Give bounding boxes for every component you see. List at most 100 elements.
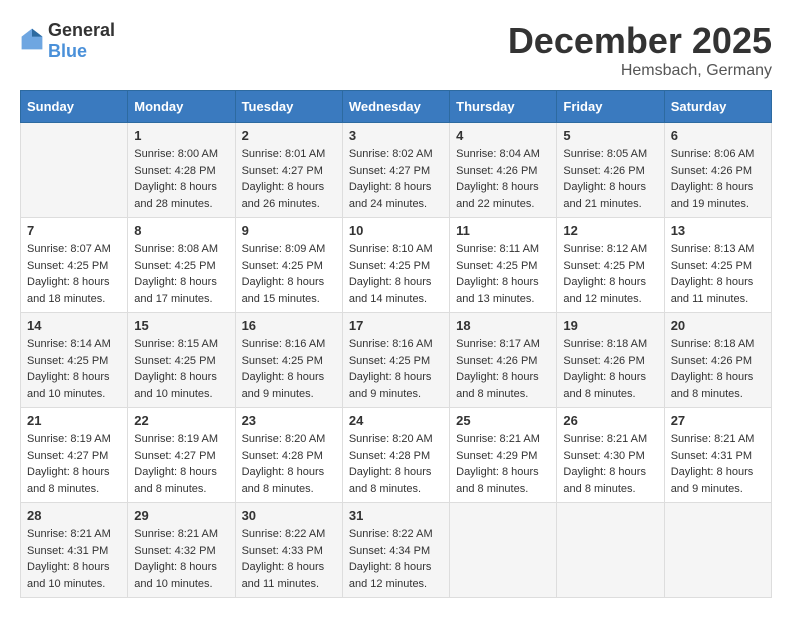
sunset-text: Sunset: 4:30 PM <box>563 450 644 462</box>
day-number: 27 <box>671 413 765 428</box>
daylight-text: Daylight: 8 hours and 8 minutes. <box>563 371 646 400</box>
daylight-text: Daylight: 8 hours and 9 minutes. <box>349 371 432 400</box>
day-info: Sunrise: 8:08 AM Sunset: 4:25 PM Dayligh… <box>134 241 228 307</box>
daylight-text: Daylight: 8 hours and 28 minutes. <box>134 181 217 210</box>
day-number: 19 <box>563 318 657 333</box>
weekday-header-wednesday: Wednesday <box>342 91 449 123</box>
calendar-cell: 18 Sunrise: 8:17 AM Sunset: 4:26 PM Dayl… <box>450 313 557 408</box>
day-number: 25 <box>456 413 550 428</box>
sunrise-text: Sunrise: 8:10 AM <box>349 243 433 255</box>
sunset-text: Sunset: 4:26 PM <box>456 355 537 367</box>
daylight-text: Daylight: 8 hours and 18 minutes. <box>27 276 110 305</box>
sunset-text: Sunset: 4:32 PM <box>134 545 215 557</box>
day-info: Sunrise: 8:20 AM Sunset: 4:28 PM Dayligh… <box>242 431 336 497</box>
daylight-text: Daylight: 8 hours and 9 minutes. <box>242 371 325 400</box>
day-number: 11 <box>456 223 550 238</box>
daylight-text: Daylight: 8 hours and 10 minutes. <box>134 371 217 400</box>
daylight-text: Daylight: 8 hours and 12 minutes. <box>349 561 432 590</box>
day-info: Sunrise: 8:21 AM Sunset: 4:32 PM Dayligh… <box>134 526 228 592</box>
day-number: 23 <box>242 413 336 428</box>
day-number: 2 <box>242 128 336 143</box>
weekday-header-saturday: Saturday <box>664 91 771 123</box>
sunrise-text: Sunrise: 8:14 AM <box>27 338 111 350</box>
location-title: Hemsbach, Germany <box>508 62 772 80</box>
day-number: 7 <box>27 223 121 238</box>
daylight-text: Daylight: 8 hours and 8 minutes. <box>456 466 539 495</box>
day-info: Sunrise: 8:21 AM Sunset: 4:31 PM Dayligh… <box>671 431 765 497</box>
sunset-text: Sunset: 4:28 PM <box>349 450 430 462</box>
calendar-cell: 7 Sunrise: 8:07 AM Sunset: 4:25 PM Dayli… <box>21 218 128 313</box>
sunset-text: Sunset: 4:25 PM <box>563 260 644 272</box>
calendar-cell: 22 Sunrise: 8:19 AM Sunset: 4:27 PM Dayl… <box>128 408 235 503</box>
calendar-cell: 16 Sunrise: 8:16 AM Sunset: 4:25 PM Dayl… <box>235 313 342 408</box>
day-info: Sunrise: 8:18 AM Sunset: 4:26 PM Dayligh… <box>671 336 765 402</box>
day-info: Sunrise: 8:05 AM Sunset: 4:26 PM Dayligh… <box>563 146 657 212</box>
daylight-text: Daylight: 8 hours and 8 minutes. <box>134 466 217 495</box>
sunrise-text: Sunrise: 8:07 AM <box>27 243 111 255</box>
daylight-text: Daylight: 8 hours and 17 minutes. <box>134 276 217 305</box>
calendar-cell: 31 Sunrise: 8:22 AM Sunset: 4:34 PM Dayl… <box>342 503 449 598</box>
sunrise-text: Sunrise: 8:20 AM <box>242 433 326 445</box>
calendar-cell: 21 Sunrise: 8:19 AM Sunset: 4:27 PM Dayl… <box>21 408 128 503</box>
sunrise-text: Sunrise: 8:02 AM <box>349 148 433 160</box>
calendar-cell: 11 Sunrise: 8:11 AM Sunset: 4:25 PM Dayl… <box>450 218 557 313</box>
daylight-text: Daylight: 8 hours and 10 minutes. <box>27 371 110 400</box>
day-info: Sunrise: 8:07 AM Sunset: 4:25 PM Dayligh… <box>27 241 121 307</box>
calendar-cell: 1 Sunrise: 8:00 AM Sunset: 4:28 PM Dayli… <box>128 123 235 218</box>
day-info: Sunrise: 8:02 AM Sunset: 4:27 PM Dayligh… <box>349 146 443 212</box>
day-info: Sunrise: 8:04 AM Sunset: 4:26 PM Dayligh… <box>456 146 550 212</box>
sunrise-text: Sunrise: 8:19 AM <box>134 433 218 445</box>
day-number: 30 <box>242 508 336 523</box>
calendar-cell: 29 Sunrise: 8:21 AM Sunset: 4:32 PM Dayl… <box>128 503 235 598</box>
day-info: Sunrise: 8:21 AM Sunset: 4:29 PM Dayligh… <box>456 431 550 497</box>
daylight-text: Daylight: 8 hours and 11 minutes. <box>671 276 754 305</box>
logo-blue: Blue <box>48 41 87 61</box>
daylight-text: Daylight: 8 hours and 12 minutes. <box>563 276 646 305</box>
sunrise-text: Sunrise: 8:18 AM <box>671 338 755 350</box>
day-number: 14 <box>27 318 121 333</box>
calendar-week-row: 1 Sunrise: 8:00 AM Sunset: 4:28 PM Dayli… <box>21 123 772 218</box>
sunrise-text: Sunrise: 8:22 AM <box>349 528 433 540</box>
calendar-cell: 8 Sunrise: 8:08 AM Sunset: 4:25 PM Dayli… <box>128 218 235 313</box>
day-number: 4 <box>456 128 550 143</box>
day-number: 8 <box>134 223 228 238</box>
sunset-text: Sunset: 4:25 PM <box>349 355 430 367</box>
calendar-cell: 17 Sunrise: 8:16 AM Sunset: 4:25 PM Dayl… <box>342 313 449 408</box>
calendar-week-row: 28 Sunrise: 8:21 AM Sunset: 4:31 PM Dayl… <box>21 503 772 598</box>
calendar-cell: 20 Sunrise: 8:18 AM Sunset: 4:26 PM Dayl… <box>664 313 771 408</box>
day-info: Sunrise: 8:19 AM Sunset: 4:27 PM Dayligh… <box>134 431 228 497</box>
sunrise-text: Sunrise: 8:21 AM <box>671 433 755 445</box>
day-info: Sunrise: 8:16 AM Sunset: 4:25 PM Dayligh… <box>242 336 336 402</box>
sunrise-text: Sunrise: 8:20 AM <box>349 433 433 445</box>
daylight-text: Daylight: 8 hours and 8 minutes. <box>456 371 539 400</box>
sunrise-text: Sunrise: 8:16 AM <box>349 338 433 350</box>
sunrise-text: Sunrise: 8:01 AM <box>242 148 326 160</box>
day-number: 28 <box>27 508 121 523</box>
calendar-cell <box>557 503 664 598</box>
sunset-text: Sunset: 4:31 PM <box>671 450 752 462</box>
sunrise-text: Sunrise: 8:13 AM <box>671 243 755 255</box>
daylight-text: Daylight: 8 hours and 9 minutes. <box>671 466 754 495</box>
sunset-text: Sunset: 4:27 PM <box>242 165 323 177</box>
day-number: 10 <box>349 223 443 238</box>
sunset-text: Sunset: 4:31 PM <box>27 545 108 557</box>
sunrise-text: Sunrise: 8:19 AM <box>27 433 111 445</box>
sunrise-text: Sunrise: 8:04 AM <box>456 148 540 160</box>
calendar-cell: 5 Sunrise: 8:05 AM Sunset: 4:26 PM Dayli… <box>557 123 664 218</box>
calendar-cell: 9 Sunrise: 8:09 AM Sunset: 4:25 PM Dayli… <box>235 218 342 313</box>
sunset-text: Sunset: 4:26 PM <box>456 165 537 177</box>
sunrise-text: Sunrise: 8:08 AM <box>134 243 218 255</box>
calendar-cell <box>21 123 128 218</box>
day-number: 17 <box>349 318 443 333</box>
sunset-text: Sunset: 4:29 PM <box>456 450 537 462</box>
calendar-header-row: SundayMondayTuesdayWednesdayThursdayFrid… <box>21 91 772 123</box>
sunset-text: Sunset: 4:25 PM <box>242 355 323 367</box>
sunset-text: Sunset: 4:25 PM <box>349 260 430 272</box>
day-info: Sunrise: 8:16 AM Sunset: 4:25 PM Dayligh… <box>349 336 443 402</box>
daylight-text: Daylight: 8 hours and 10 minutes. <box>27 561 110 590</box>
day-number: 26 <box>563 413 657 428</box>
weekday-header-tuesday: Tuesday <box>235 91 342 123</box>
sunset-text: Sunset: 4:25 PM <box>456 260 537 272</box>
day-info: Sunrise: 8:21 AM Sunset: 4:31 PM Dayligh… <box>27 526 121 592</box>
sunrise-text: Sunrise: 8:21 AM <box>456 433 540 445</box>
